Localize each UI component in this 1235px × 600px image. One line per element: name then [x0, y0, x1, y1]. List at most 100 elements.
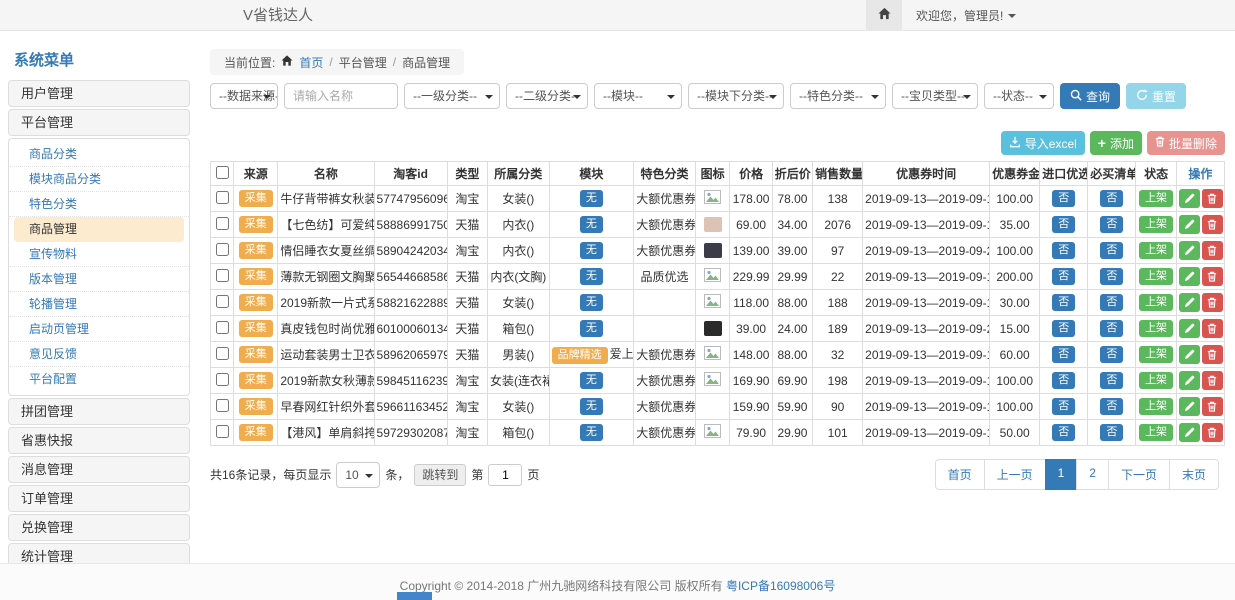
- icp-link[interactable]: 粤ICP备16098006号: [726, 579, 835, 593]
- sidebar-group-header[interactable]: 用户管理: [8, 80, 190, 107]
- status-toggle[interactable]: 上架: [1139, 216, 1173, 233]
- edit-button[interactable]: [1179, 189, 1200, 208]
- edit-button[interactable]: [1179, 319, 1200, 338]
- edit-button[interactable]: [1179, 293, 1200, 312]
- import-select-toggle[interactable]: 否: [1052, 268, 1075, 285]
- sidebar-item[interactable]: 意见反馈: [9, 342, 189, 367]
- sidebar-item[interactable]: 版本管理: [9, 267, 189, 292]
- sidebar-item[interactable]: 宣传物料: [9, 242, 189, 267]
- edit-button[interactable]: [1179, 267, 1200, 286]
- next-page-button[interactable]: 下一页: [1108, 459, 1170, 490]
- select-all-checkbox[interactable]: [216, 166, 229, 179]
- edit-button[interactable]: [1179, 215, 1200, 234]
- home-button[interactable]: [866, 0, 902, 31]
- status-toggle[interactable]: 上架: [1139, 294, 1173, 311]
- import-select-toggle[interactable]: 否: [1052, 242, 1075, 259]
- status-toggle[interactable]: 上架: [1139, 268, 1173, 285]
- row-checkbox[interactable]: [216, 321, 229, 334]
- delete-button[interactable]: [1202, 397, 1223, 416]
- must-buy-toggle[interactable]: 否: [1100, 372, 1123, 389]
- status-toggle[interactable]: 上架: [1139, 190, 1173, 207]
- row-checkbox[interactable]: [216, 217, 229, 230]
- edit-button[interactable]: [1179, 371, 1200, 390]
- level2-category-select[interactable]: --二级分类--: [506, 83, 588, 109]
- sidebar-item[interactable]: 商品分类: [9, 142, 189, 167]
- breadcrumb-home-link[interactable]: 首页: [299, 54, 323, 71]
- import-select-toggle[interactable]: 否: [1052, 424, 1075, 441]
- data-source-select[interactable]: --数据来源--: [210, 83, 278, 109]
- status-toggle[interactable]: 上架: [1139, 424, 1173, 441]
- edit-button[interactable]: [1179, 345, 1200, 364]
- must-buy-toggle[interactable]: 否: [1100, 424, 1123, 441]
- import-select-toggle[interactable]: 否: [1052, 398, 1075, 415]
- feature-category-select[interactable]: --特色分类--: [790, 83, 886, 109]
- module-select[interactable]: --模块--: [594, 83, 682, 109]
- row-checkbox[interactable]: [216, 399, 229, 412]
- delete-button[interactable]: [1202, 293, 1223, 312]
- sidebar-group-header[interactable]: 兑换管理: [8, 514, 190, 541]
- import-select-toggle[interactable]: 否: [1052, 294, 1075, 311]
- must-buy-toggle[interactable]: 否: [1100, 320, 1123, 337]
- import-select-toggle[interactable]: 否: [1052, 190, 1075, 207]
- page-1-button[interactable]: 1: [1045, 459, 1078, 490]
- last-page-button[interactable]: 末页: [1169, 459, 1219, 490]
- must-buy-toggle[interactable]: 否: [1100, 190, 1123, 207]
- status-toggle[interactable]: 上架: [1139, 320, 1173, 337]
- row-checkbox[interactable]: [216, 243, 229, 256]
- module-badge[interactable]: 无: [580, 398, 603, 415]
- first-page-button[interactable]: 首页: [935, 459, 985, 490]
- sidebar-group-header[interactable]: 平台管理: [8, 109, 190, 136]
- sidebar-group-header[interactable]: 消息管理: [8, 456, 190, 483]
- edit-button[interactable]: [1179, 423, 1200, 442]
- module-badge[interactable]: 无: [580, 268, 603, 285]
- delete-button[interactable]: [1202, 267, 1223, 286]
- module-badge[interactable]: 无: [580, 190, 603, 207]
- status-toggle[interactable]: 上架: [1139, 398, 1173, 415]
- must-buy-toggle[interactable]: 否: [1100, 294, 1123, 311]
- must-buy-toggle[interactable]: 否: [1100, 346, 1123, 363]
- add-button[interactable]: + 添加: [1090, 131, 1142, 155]
- row-checkbox[interactable]: [216, 269, 229, 282]
- import-excel-button[interactable]: 导入excel: [1001, 131, 1085, 155]
- row-checkbox[interactable]: [216, 191, 229, 204]
- sidebar-group-header[interactable]: 拼团管理: [8, 398, 190, 425]
- sidebar-item-active[interactable]: 商品管理: [14, 217, 184, 242]
- edit-button[interactable]: [1179, 397, 1200, 416]
- page-2-button[interactable]: 2: [1076, 459, 1109, 490]
- module-badge[interactable]: 无: [580, 216, 603, 233]
- delete-button[interactable]: [1202, 241, 1223, 260]
- module-badge[interactable]: 无: [580, 424, 603, 441]
- must-buy-toggle[interactable]: 否: [1100, 216, 1123, 233]
- must-buy-toggle[interactable]: 否: [1100, 268, 1123, 285]
- status-toggle[interactable]: 上架: [1139, 242, 1173, 259]
- delete-button[interactable]: [1202, 189, 1223, 208]
- jump-page-input[interactable]: [488, 464, 522, 486]
- must-buy-toggle[interactable]: 否: [1100, 398, 1123, 415]
- sidebar-item[interactable]: 模块商品分类: [9, 167, 189, 192]
- delete-button[interactable]: [1202, 215, 1223, 234]
- sidebar-item[interactable]: 特色分类: [9, 192, 189, 217]
- status-select[interactable]: --状态--: [984, 83, 1054, 109]
- batch-delete-button[interactable]: 批量删除: [1147, 131, 1225, 155]
- row-checkbox[interactable]: [216, 347, 229, 360]
- delete-button[interactable]: [1202, 345, 1223, 364]
- must-buy-toggle[interactable]: 否: [1100, 242, 1123, 259]
- module-badge[interactable]: 品牌精选: [552, 347, 608, 364]
- module-badge[interactable]: 无: [580, 320, 603, 337]
- status-toggle[interactable]: 上架: [1139, 346, 1173, 363]
- module-badge[interactable]: 无: [580, 242, 603, 259]
- import-select-toggle[interactable]: 否: [1052, 216, 1075, 233]
- status-toggle[interactable]: 上架: [1139, 372, 1173, 389]
- name-input[interactable]: [284, 83, 398, 109]
- import-select-toggle[interactable]: 否: [1052, 346, 1075, 363]
- item-type-select[interactable]: --宝贝类型--: [892, 83, 978, 109]
- reset-button[interactable]: 重置: [1126, 83, 1186, 109]
- delete-button[interactable]: [1202, 319, 1223, 338]
- edit-button[interactable]: [1179, 241, 1200, 260]
- module-subcategory-select[interactable]: --模块下分类--: [688, 83, 784, 109]
- sidebar-group-header[interactable]: 省惠快报: [8, 427, 190, 454]
- sidebar-item[interactable]: 轮播管理: [9, 292, 189, 317]
- user-menu[interactable]: 欢迎您，管理员!: [916, 7, 1016, 24]
- row-checkbox[interactable]: [216, 295, 229, 308]
- module-badge[interactable]: 无: [580, 294, 603, 311]
